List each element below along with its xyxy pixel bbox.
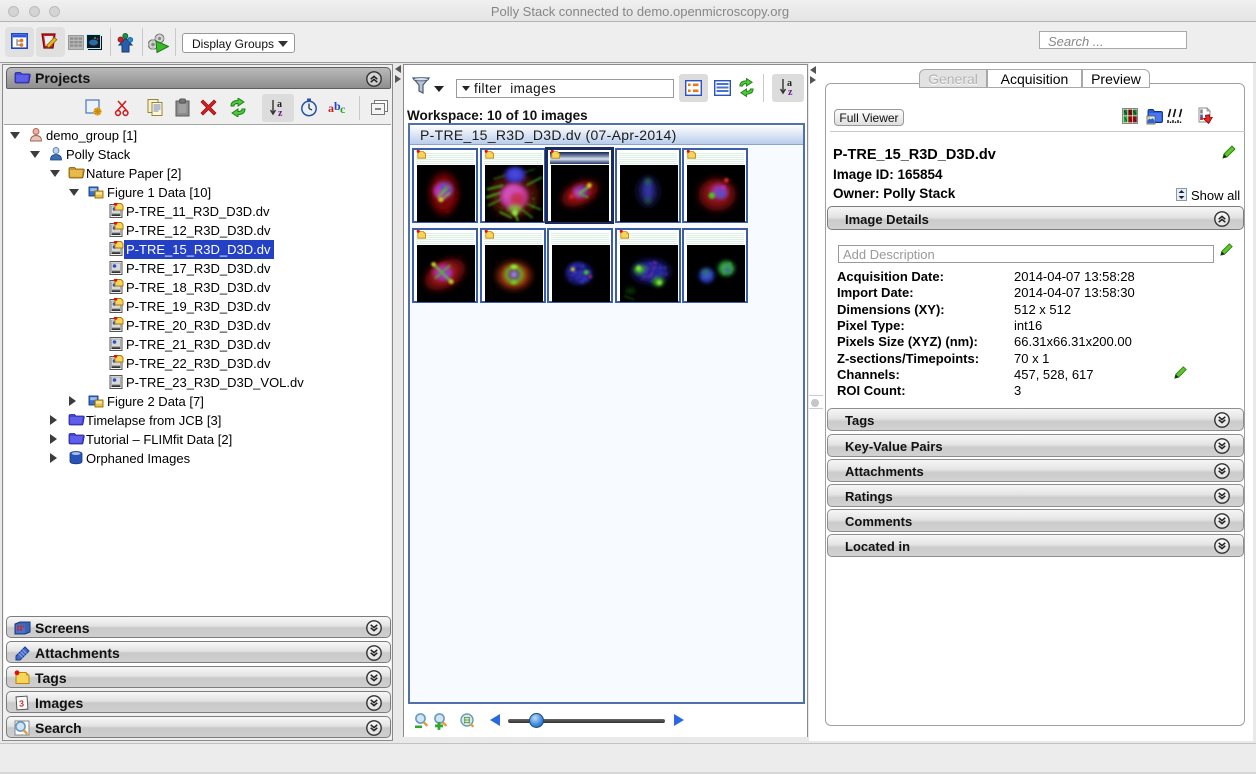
svg-text:c: c bbox=[340, 102, 346, 116]
svg-text:z: z bbox=[278, 108, 283, 118]
svg-text:z: z bbox=[788, 87, 793, 97]
svg-text:3: 3 bbox=[19, 698, 25, 708]
